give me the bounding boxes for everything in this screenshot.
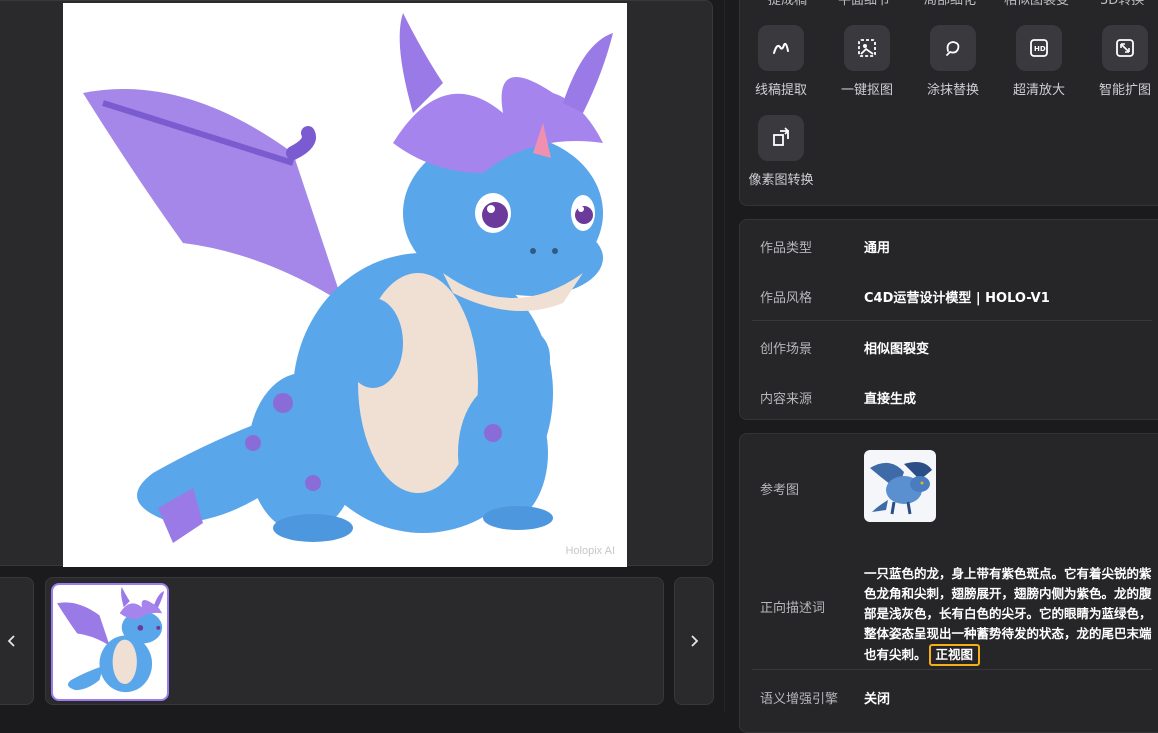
tool-top-label[interactable]: 相似图裂变 <box>1004 0 1069 8</box>
reference-dragon-image <box>870 462 932 515</box>
tool-label: 超清放大 <box>1012 83 1065 98</box>
reference-image[interactable] <box>864 450 936 522</box>
dragon-illustration <box>83 13 613 543</box>
tool-smear-replace[interactable]: 涂抹替换 <box>908 25 998 98</box>
expand-icon <box>1102 25 1148 71</box>
pixel-convert-icon <box>758 115 804 161</box>
tool-label: 智能扩图 <box>1098 83 1151 98</box>
cutout-icon <box>844 25 890 71</box>
prompt-text: 一只蓝色的龙，身上带有紫色斑点。它有着尖锐的紫色龙角和尖刺，翅膀展开，翅膀内侧为… <box>864 566 1152 662</box>
info-label: 创作场景 <box>760 342 813 357</box>
view-tag[interactable]: 正视图 <box>928 644 981 666</box>
info-value: 直接生成 <box>864 392 917 407</box>
line-art-icon <box>758 25 804 71</box>
smear-icon <box>930 25 976 71</box>
thumbnail-strip <box>45 577 664 705</box>
svg-text:HD: HD <box>1034 45 1046 53</box>
tool-top-label[interactable]: 平面细节 <box>838 0 890 8</box>
column-divider <box>724 0 725 713</box>
info-value: 相似图裂变 <box>864 342 930 357</box>
tool-line-art[interactable]: 线稿提取 <box>736 25 826 98</box>
thumbnail-selected[interactable] <box>51 583 169 701</box>
tool-label: 线稿提取 <box>754 83 807 98</box>
tool-label: 一键抠图 <box>840 83 893 98</box>
tool-top-label[interactable]: 3D转换 <box>1100 0 1144 8</box>
info-value: 通用 <box>864 241 891 256</box>
tool-label: 像素图转换 <box>748 173 814 188</box>
tool-top-label[interactable]: 提成稿 <box>768 0 807 8</box>
watermark-text: Holopix AI <box>565 545 615 557</box>
info-value: C4D运营设计模型 | HOLO-V1 <box>864 291 1050 306</box>
reference-card: 参考图 正向描述词 一只蓝色的龙，身上带有紫色斑点。它有着尖锐的紫色龙角和尖刺，… <box>739 433 1158 733</box>
prompt-label: 正向描述词 <box>760 601 826 616</box>
row-divider <box>752 320 1152 321</box>
hd-upscale-icon: HD <box>1016 25 1062 71</box>
prompt-text-block: 一只蓝色的龙，身上带有紫色斑点。它有着尖锐的紫色龙角和尖刺，翅膀展开，翅膀内侧为… <box>864 564 1158 666</box>
next-image-button[interactable] <box>674 577 714 705</box>
info-label: 内容来源 <box>760 392 813 407</box>
generated-image[interactable]: Holopix AI <box>63 3 627 567</box>
info-label: 作品类型 <box>760 241 813 256</box>
chevron-left-icon <box>7 635 15 647</box>
engine-value: 关闭 <box>864 692 891 707</box>
prev-image-button[interactable] <box>0 577 34 705</box>
image-preview-panel: Holopix AI <box>0 0 713 567</box>
work-info-card: 作品类型 通用 作品风格 C4D运营设计模型 | HOLO-V1 创作场景 相似… <box>739 219 1158 420</box>
tool-hd-upscale[interactable]: HD 超清放大 <box>994 25 1084 98</box>
dragon-thumbnail-image <box>57 587 165 693</box>
tool-top-label[interactable]: 局部细化 <box>924 0 976 8</box>
tool-cutout[interactable]: 一键抠图 <box>822 25 912 98</box>
info-label: 作品风格 <box>760 291 813 306</box>
engine-label: 语义增强引擎 <box>760 692 839 707</box>
chevron-right-icon <box>691 635 699 647</box>
tools-card: 提成稿 平面细节 局部细化 相似图裂变 3D转换 线稿提取 一键抠图 涂抹替换 … <box>739 0 1158 206</box>
row-divider <box>752 669 1152 670</box>
ref-label: 参考图 <box>760 483 800 498</box>
tool-smart-expand[interactable]: 智能扩图 <box>1080 25 1158 98</box>
tool-label: 涂抹替换 <box>926 83 979 98</box>
tool-pixel-convert[interactable]: 像素图转换 <box>736 115 826 188</box>
